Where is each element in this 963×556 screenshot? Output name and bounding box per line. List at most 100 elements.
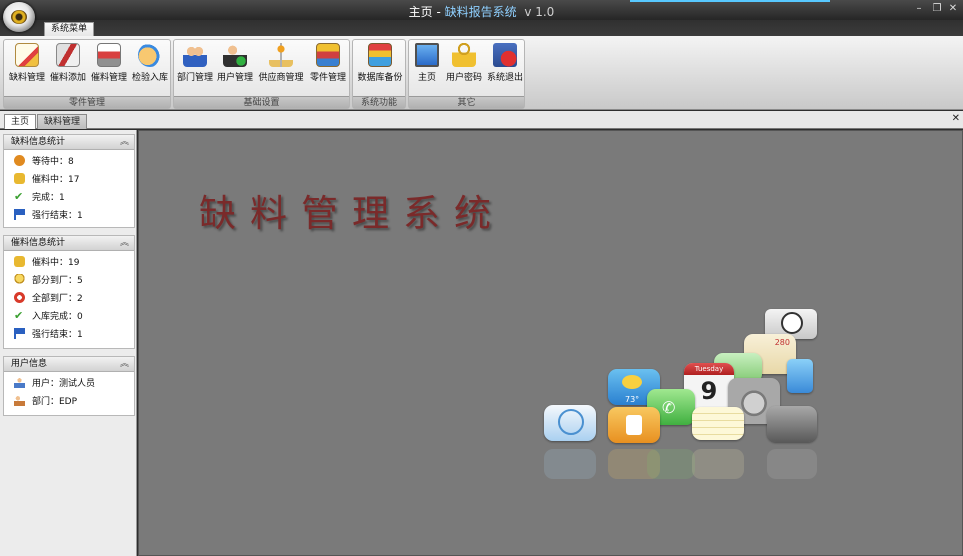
restore-icon[interactable]: ❐	[930, 3, 944, 14]
left-sidebar: 缺料信息统计 ︽ 等待中：8 催料中：17 ✔ 完成：1 强行结束：1 催料信息统计…	[0, 130, 137, 556]
ribbon-button-label: 催料管理	[90, 73, 127, 83]
exit-icon	[493, 43, 517, 67]
panel-header[interactable]: 催料信息统计 ︽	[4, 236, 134, 251]
user-password-button[interactable]: 用户密码	[444, 43, 484, 93]
app-logo-icon	[11, 10, 27, 24]
ribbon-button-label: 系统退出	[486, 73, 523, 83]
thumbs-up-icon	[14, 256, 25, 267]
title-page: 主页	[408, 5, 433, 19]
ribbon-group-caption: 零件管理	[4, 96, 170, 108]
collapse-icon[interactable]: ︽	[120, 135, 129, 150]
supplier-manage-button[interactable]: 供应商管理	[257, 43, 305, 93]
lock-icon	[452, 43, 476, 67]
checkmark-icon: ✔	[14, 190, 24, 203]
collapse-icon[interactable]: ︽	[120, 357, 129, 372]
icon-reflection	[692, 449, 744, 479]
stat-row-full-arrival[interactable]: 全部到厂：2	[4, 290, 134, 308]
ribbon: 缺料管理 催料添加 催料管理 检验入库 零件管理 部门管理 用户管理 供应商管理	[0, 36, 963, 110]
collapse-icon[interactable]: ︽	[120, 236, 129, 251]
calendar-day: Tuesday	[684, 363, 734, 375]
ribbon-button-label: 检验入库	[131, 73, 168, 83]
stat-row-forced-end[interactable]: 强行结束：1	[4, 207, 134, 225]
panel-header[interactable]: 用户信息 ︽	[4, 357, 134, 372]
stat-text: 催料中：17	[32, 175, 80, 185]
ribbon-group-other: 主页 用户密码 系统退出 其它	[408, 39, 525, 109]
flag-icon	[14, 328, 25, 339]
ribbon-button-label: 供应商管理	[258, 73, 304, 83]
clock-face	[781, 312, 803, 334]
expedite-add-button[interactable]: 催料添加	[48, 43, 88, 93]
department-text: 部门：EDP	[32, 397, 78, 407]
user-icon	[14, 377, 25, 388]
parts-box-icon	[316, 43, 340, 67]
safari-compass-icon	[544, 405, 596, 441]
stat-row-expediting[interactable]: 催料中：17	[4, 171, 134, 189]
parts-manage-button[interactable]: 零件管理	[307, 43, 349, 93]
ribbon-tab-row: 系统菜单	[0, 20, 963, 36]
stat-row-complete[interactable]: ✔ 完成：1	[4, 189, 134, 207]
panel-header[interactable]: 缺料信息统计 ︽	[4, 135, 134, 150]
stat-row-waiting[interactable]: 等待中：8	[4, 153, 134, 171]
icon-reflection	[544, 449, 596, 479]
user-info-panel: 用户信息 ︽ 用户：测试人员 部门：EDP	[3, 356, 135, 416]
stat-text: 全部到厂：2	[32, 294, 83, 304]
printer-icon	[97, 43, 121, 67]
ribbon-button-label: 部门管理	[176, 73, 213, 83]
title-highlight	[630, 0, 830, 2]
user-check-icon	[223, 43, 247, 67]
stat-row-expediting[interactable]: 催料中：19	[4, 254, 134, 272]
tab-home[interactable]: 主页	[4, 114, 37, 129]
ribbon-group-basic-settings: 部门管理 用户管理 供应商管理 零件管理 基础设置	[173, 39, 350, 109]
stat-text: 强行结束：1	[32, 330, 83, 340]
tab-shortage-manage[interactable]: 缺料管理	[37, 114, 88, 129]
stat-row-stock-complete[interactable]: ✔ 入库完成：0	[4, 308, 134, 326]
joystick-icon	[269, 43, 293, 67]
shortage-stats-panel: 缺料信息统计 ︽ 等待中：8 催料中：17 ✔ 完成：1 强行结束：1	[3, 134, 135, 228]
system-exit-button[interactable]: 系统退出	[485, 43, 525, 93]
tab-system-menu[interactable]: 系统菜单	[44, 22, 95, 36]
inspection-stock-button[interactable]: 检验入库	[130, 43, 170, 93]
panel-title: 催料信息统计	[11, 238, 66, 248]
title-app-name: 缺料报告系统	[444, 5, 517, 19]
panel-title: 用户信息	[11, 359, 48, 369]
calculator-icon	[767, 406, 817, 442]
alarm-clock-icon	[14, 292, 25, 303]
thumbs-up-icon	[14, 173, 25, 184]
ribbon-button-label: 催料添加	[49, 73, 86, 83]
shortage-manage-button[interactable]: 缺料管理	[7, 43, 47, 93]
stat-text: 入库完成：0	[32, 312, 83, 322]
hand-pointer-icon	[138, 43, 162, 67]
notes-icon	[692, 407, 744, 440]
expedite-manage-button[interactable]: 催料管理	[89, 43, 129, 93]
database-backup-button[interactable]: 数据库备份	[355, 43, 405, 93]
minimize-icon[interactable]: –	[912, 3, 926, 14]
stocks-icon	[787, 359, 813, 393]
medal-icon	[14, 155, 25, 166]
ribbon-button-label: 用户密码	[445, 73, 482, 83]
ribbon-group-parts: 缺料管理 催料添加 催料管理 检验入库 零件管理	[3, 39, 171, 109]
home-button[interactable]: 主页	[411, 43, 443, 93]
ribbon-button-label: 缺料管理	[8, 73, 45, 83]
user-text: 用户：测试人员	[32, 379, 96, 389]
stat-row-forced-end[interactable]: 强行结束：1	[4, 326, 134, 344]
lightbulb-icon	[14, 274, 25, 285]
sun-shape	[622, 375, 642, 389]
app-menu-orb[interactable]	[3, 2, 35, 32]
icon-reflection	[767, 449, 817, 479]
user-manage-button[interactable]: 用户管理	[215, 43, 255, 93]
pencil-notepad-icon	[15, 43, 39, 67]
close-icon[interactable]: ✕	[946, 3, 960, 14]
title-version: v 1.0	[524, 5, 555, 19]
window-title: 主页 - 缺料报告系统 v 1.0	[0, 3, 963, 20]
stat-text: 部分到厂：5	[32, 276, 83, 286]
map-label: 280	[774, 338, 790, 347]
stat-text: 强行结束：1	[32, 211, 83, 221]
users-group-icon	[183, 43, 207, 67]
department-icon	[14, 395, 25, 406]
close-tab-icon[interactable]: ✕	[952, 113, 960, 124]
phone-glyph: ✆	[662, 398, 676, 417]
document-tabs: 主页 缺料管理 ✕	[0, 111, 963, 129]
stat-row-partial-arrival[interactable]: 部分到厂：5	[4, 272, 134, 290]
weather-temp: 73°	[625, 395, 640, 404]
department-manage-button[interactable]: 部门管理	[176, 43, 214, 93]
